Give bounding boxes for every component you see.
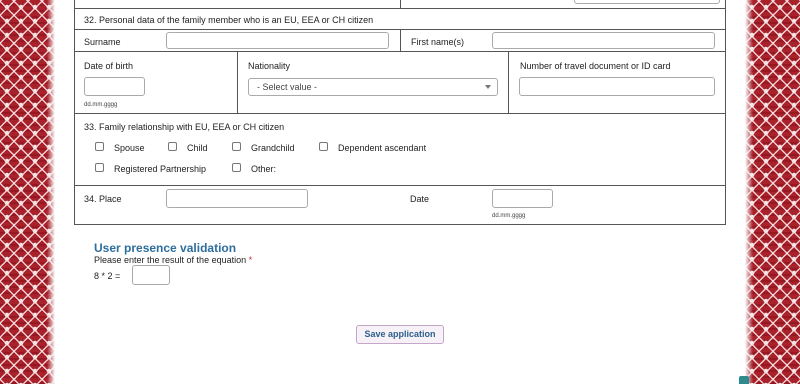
grandchild-label: Grandchild	[251, 143, 295, 153]
required-marker: *	[248, 255, 253, 265]
date-format-hint: dd.mm.gggg	[492, 213, 526, 219]
surname-label: Surname	[84, 37, 121, 47]
form-content: 32. Personal data of the family member w…	[55, 0, 745, 384]
section-32-title: 32. Personal data of the family member w…	[84, 15, 374, 25]
previous-field-input[interactable]	[574, 0, 720, 4]
place-input[interactable]	[166, 189, 308, 208]
decorative-border-right	[745, 0, 800, 384]
nationality-selected-value: - Select value -	[257, 82, 318, 92]
other-label: Other:	[251, 164, 277, 174]
registered-partnership-checkbox[interactable]	[95, 163, 104, 172]
other-checkbox[interactable]	[232, 163, 241, 172]
grandchild-checkbox[interactable]	[232, 142, 241, 151]
validation-instruction: Please enter the result of the equation …	[94, 255, 252, 265]
birth-nationality-row: Date of birth dd.mm.gggg Nationality - S…	[75, 52, 725, 114]
first-names-label: First name(s)	[411, 37, 465, 47]
dependent-ascendant-checkbox[interactable]	[319, 142, 328, 151]
family-member-form: 32. Personal data of the family member w…	[74, 0, 726, 225]
section-33-relationship: 33. Family relationship with EU, EEA or …	[75, 114, 725, 186]
registered-partnership-label: Registered Partnership	[114, 164, 207, 174]
child-label: Child	[187, 143, 208, 153]
border-fade-left	[47, 0, 55, 384]
chevron-down-icon	[485, 85, 491, 89]
section-33-title: 33. Family relationship with EU, EEA or …	[84, 122, 285, 132]
surname-input[interactable]	[166, 32, 389, 49]
save-application-button[interactable]: Save application	[356, 325, 444, 344]
place-label: 34. Place	[84, 194, 122, 204]
dependent-ascendant-label: Dependent ascendant	[338, 143, 427, 153]
spouse-label: Spouse	[114, 143, 145, 153]
border-fade-right	[745, 0, 753, 384]
date-of-birth-label: Date of birth	[84, 61, 134, 71]
nationality-select[interactable]: - Select value -	[248, 78, 498, 96]
travel-document-input[interactable]	[519, 77, 715, 96]
validation-instruction-text: Please enter the result of the equation	[94, 255, 247, 265]
spouse-checkbox[interactable]	[95, 142, 104, 151]
section-32-header: 32. Personal data of the family member w…	[75, 9, 725, 30]
validation-title: User presence validation	[94, 241, 237, 255]
captcha-equation: 8 * 2 =	[94, 271, 121, 281]
first-names-input[interactable]	[492, 32, 715, 49]
date-of-birth-input[interactable]	[84, 77, 145, 96]
section-34-place-date: 34. Place Date dd.mm.gggg	[75, 186, 725, 225]
previous-row-remnant	[75, 0, 725, 9]
nationality-label: Nationality	[248, 61, 291, 71]
name-row: Surname First name(s)	[75, 30, 725, 52]
date-input[interactable]	[492, 189, 553, 208]
travel-document-label: Number of travel document or ID card	[520, 61, 671, 71]
child-checkbox[interactable]	[168, 142, 177, 151]
date-of-birth-format-hint: dd.mm.gggg	[84, 102, 118, 108]
captcha-answer-input[interactable]	[132, 265, 170, 285]
date-label: Date	[410, 194, 430, 204]
scroll-to-top-button[interactable]	[739, 376, 749, 384]
